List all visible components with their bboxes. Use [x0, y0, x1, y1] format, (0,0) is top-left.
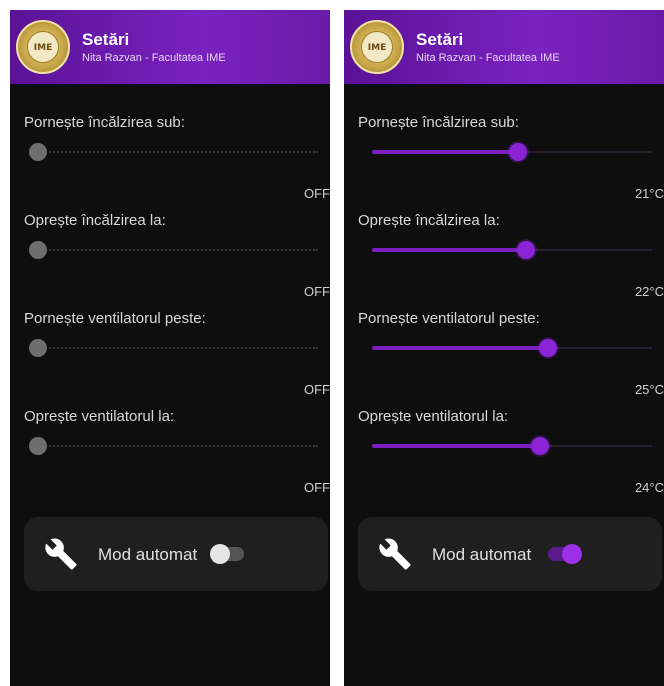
settings-screen-off: IME Setări Nita Razvan - Facultatea IME … — [10, 10, 330, 686]
setting-label: Pornește ventilatorul peste: — [358, 310, 540, 327]
page-subtitle: Nita Razvan - Facultatea IME — [416, 51, 560, 64]
auto-mode-card[interactable]: Mod automat — [358, 517, 662, 591]
app-header: IME Setări Nita Razvan - Facultatea IME — [344, 10, 664, 84]
slider-thumb[interactable] — [539, 339, 557, 357]
setting-label: Oprește ventilatorul la: — [24, 408, 175, 425]
app-header: IME Setări Nita Razvan - Facultatea IME — [10, 10, 330, 84]
wrench-icon — [45, 538, 77, 570]
slider-track — [518, 151, 652, 153]
auto-mode-toggle[interactable] — [548, 544, 582, 564]
setting-value: OFF — [304, 284, 330, 299]
settings-screen-on: IME Setări Nita Razvan - Facultatea IME … — [344, 10, 664, 686]
auto-mode-label: Mod automat — [432, 545, 532, 564]
page-subtitle: Nita Razvan - Facultatea IME — [82, 51, 226, 64]
setting-label: Oprește încălzirea la: — [358, 212, 500, 229]
setting-label: Oprește încălzirea la: — [24, 212, 166, 229]
slider-track — [38, 249, 318, 251]
setting-value: 24°C — [634, 480, 664, 495]
setting-value: OFF — [304, 480, 330, 495]
auto-mode-card[interactable]: Mod automat — [24, 517, 328, 591]
slider-thumb[interactable] — [29, 437, 47, 455]
setting-label: Oprește ventilatorul la: — [358, 408, 509, 425]
setting-label: Pornește încălzirea sub: — [358, 114, 519, 131]
university-logo: IME — [350, 20, 404, 74]
slider-track — [38, 151, 318, 153]
slider-thumb[interactable] — [517, 241, 535, 259]
slider-fill — [372, 444, 540, 448]
logo-text: IME — [367, 43, 387, 53]
slider-track — [526, 249, 652, 251]
wrench-icon — [379, 538, 411, 570]
slider-fill — [372, 248, 526, 252]
slider-track — [38, 445, 318, 447]
page-title: Setări — [416, 29, 464, 49]
slider-fill — [372, 346, 548, 350]
slider-thumb[interactable] — [29, 339, 47, 357]
slider-track — [548, 347, 652, 349]
slider-thumb[interactable] — [509, 143, 527, 161]
slider-thumb[interactable] — [531, 437, 549, 455]
setting-value: 25°C — [634, 382, 664, 397]
setting-value: 22°C — [634, 284, 664, 299]
university-logo: IME — [16, 20, 70, 74]
slider-thumb[interactable] — [29, 143, 47, 161]
setting-label: Pornește ventilatorul peste: — [24, 310, 206, 327]
logo-text: IME — [33, 43, 53, 53]
auto-mode-label: Mod automat — [98, 545, 198, 564]
setting-value: OFF — [304, 382, 330, 397]
toggle-knob — [210, 544, 230, 564]
slider-fill — [372, 150, 518, 154]
page-title: Setări — [82, 29, 130, 49]
setting-value: OFF — [304, 186, 330, 201]
slider-track — [38, 347, 318, 349]
setting-value: 21°C — [634, 186, 664, 201]
toggle-knob — [562, 544, 582, 564]
slider-track — [540, 445, 652, 447]
slider-thumb[interactable] — [29, 241, 47, 259]
setting-label: Pornește încălzirea sub: — [24, 114, 185, 131]
auto-mode-toggle[interactable] — [210, 544, 244, 564]
